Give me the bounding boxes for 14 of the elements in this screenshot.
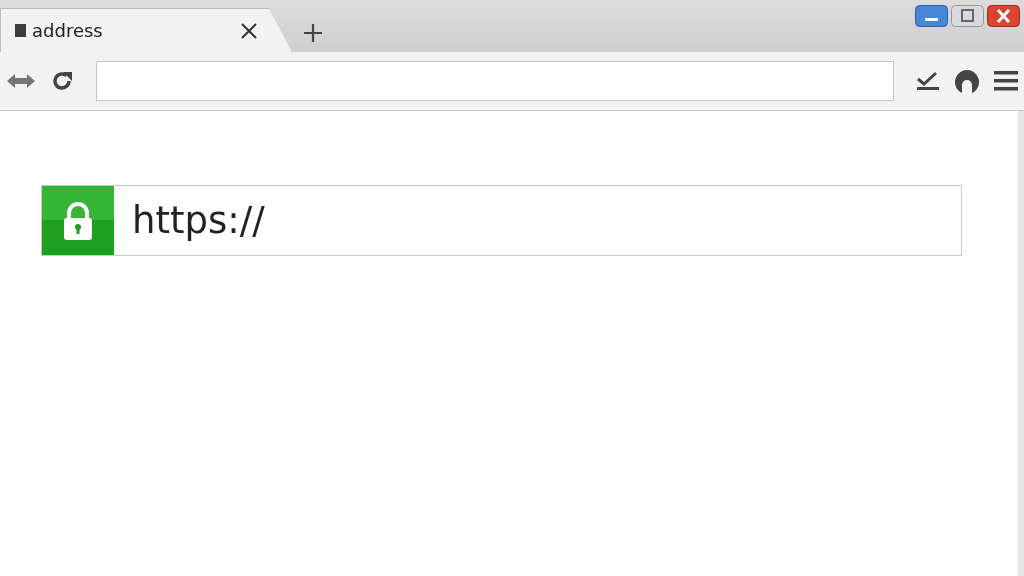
menu-icon[interactable] bbox=[994, 70, 1018, 92]
tab-title: address bbox=[32, 20, 104, 41]
page-icon bbox=[15, 24, 26, 37]
url-text: https:// bbox=[131, 198, 265, 244]
back-forward-icon[interactable] bbox=[6, 73, 36, 89]
checkmark-icon[interactable] bbox=[916, 71, 940, 91]
minimize-icon[interactable] bbox=[915, 5, 948, 27]
maximize-icon[interactable] bbox=[951, 5, 984, 27]
browser-tab[interactable]: address bbox=[0, 8, 292, 52]
new-tab-icon[interactable] bbox=[302, 22, 324, 44]
ring-icon[interactable] bbox=[954, 68, 980, 94]
reload-icon[interactable] bbox=[50, 69, 74, 93]
close-window-icon[interactable] bbox=[987, 5, 1020, 27]
close-icon[interactable] bbox=[241, 22, 257, 39]
